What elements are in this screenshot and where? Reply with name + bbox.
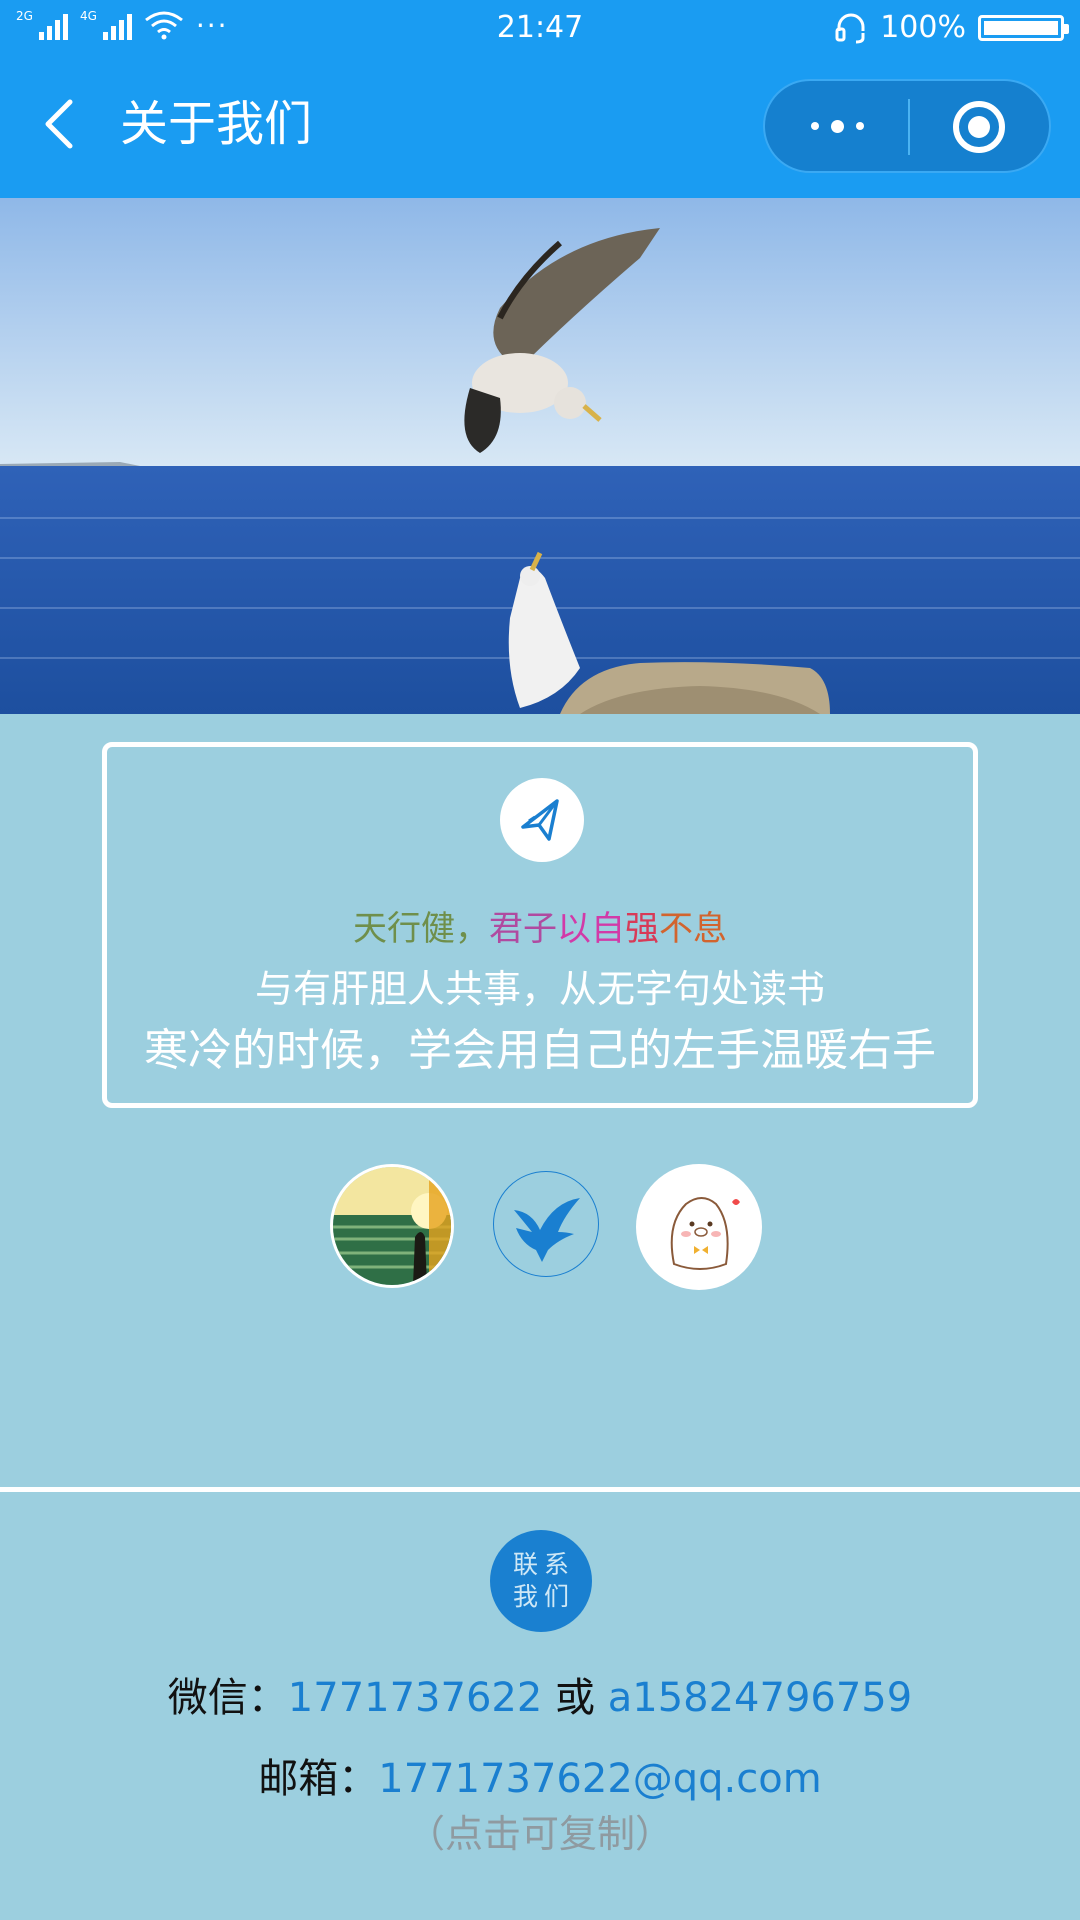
motto-line: 天行健，君子以自强不息 — [107, 907, 973, 951]
email-row: 邮箱：1771737622@qq.com — [0, 1751, 1080, 1807]
contact-us-badge: 联系 我们 — [490, 1530, 592, 1632]
capsule-divider — [908, 99, 910, 155]
paper-plane-icon — [500, 778, 584, 862]
battery-percent: 100% — [880, 10, 966, 45]
wechat-row: 微信：1771737622 或 a15824796759 — [0, 1670, 1080, 1726]
motto-part: 以自 — [557, 909, 625, 949]
quote-line-3: 寒冷的时候，学会用自己的左手温暖右手 — [144, 1025, 936, 1076]
wechat-id-2[interactable]: a15824796759 — [608, 1675, 912, 1721]
quote-card: 天行健，君子以自强不息 与有肝胆人共事，从无字句处读书 寒冷的时候，学会用自己的… — [102, 742, 978, 1108]
badge-line-2: 我们 — [512, 1582, 575, 1611]
back-arrow-icon[interactable] — [36, 94, 86, 154]
badge-line-1: 联系 — [512, 1550, 575, 1579]
quote-line-2: 与有肝胆人共事，从无字句处读书 — [254, 967, 825, 1011]
copy-hint[interactable]: （点击可复制） — [0, 1808, 1080, 1860]
wechat-or: 或 — [542, 1675, 608, 1721]
motto-part: 天行健， — [353, 909, 489, 949]
motto-part: 强 — [625, 909, 659, 949]
more-menu-button[interactable] — [765, 81, 909, 171]
top-bar: 2G 4G ··· 21:47 100% 关于我们 — [0, 0, 1080, 198]
motto-part: 君子 — [489, 909, 557, 949]
battery-icon — [978, 14, 1069, 41]
close-miniprogram-button[interactable] — [953, 101, 1005, 153]
sunset-avatar[interactable] — [330, 1164, 454, 1288]
email-label: 邮箱： — [258, 1756, 379, 1802]
navigation-bar: 关于我们 — [0, 56, 1080, 198]
miniprogram-capsule — [763, 79, 1051, 173]
dove-avatar[interactable] — [493, 1171, 599, 1277]
hero-image — [0, 198, 1080, 714]
motto-part: 不息 — [659, 909, 727, 949]
headset-icon — [835, 13, 865, 43]
email-address[interactable]: 1771737622@qq.com — [378, 1756, 821, 1802]
section-divider — [0, 1487, 1080, 1492]
status-bar: 2G 4G ··· 21:47 100% — [0, 0, 1080, 56]
wechat-label: 微信： — [167, 1675, 288, 1721]
wechat-id-1[interactable]: 1771737622 — [288, 1675, 543, 1721]
seal-avatar[interactable] — [636, 1164, 762, 1290]
page-title: 关于我们 — [120, 96, 313, 152]
